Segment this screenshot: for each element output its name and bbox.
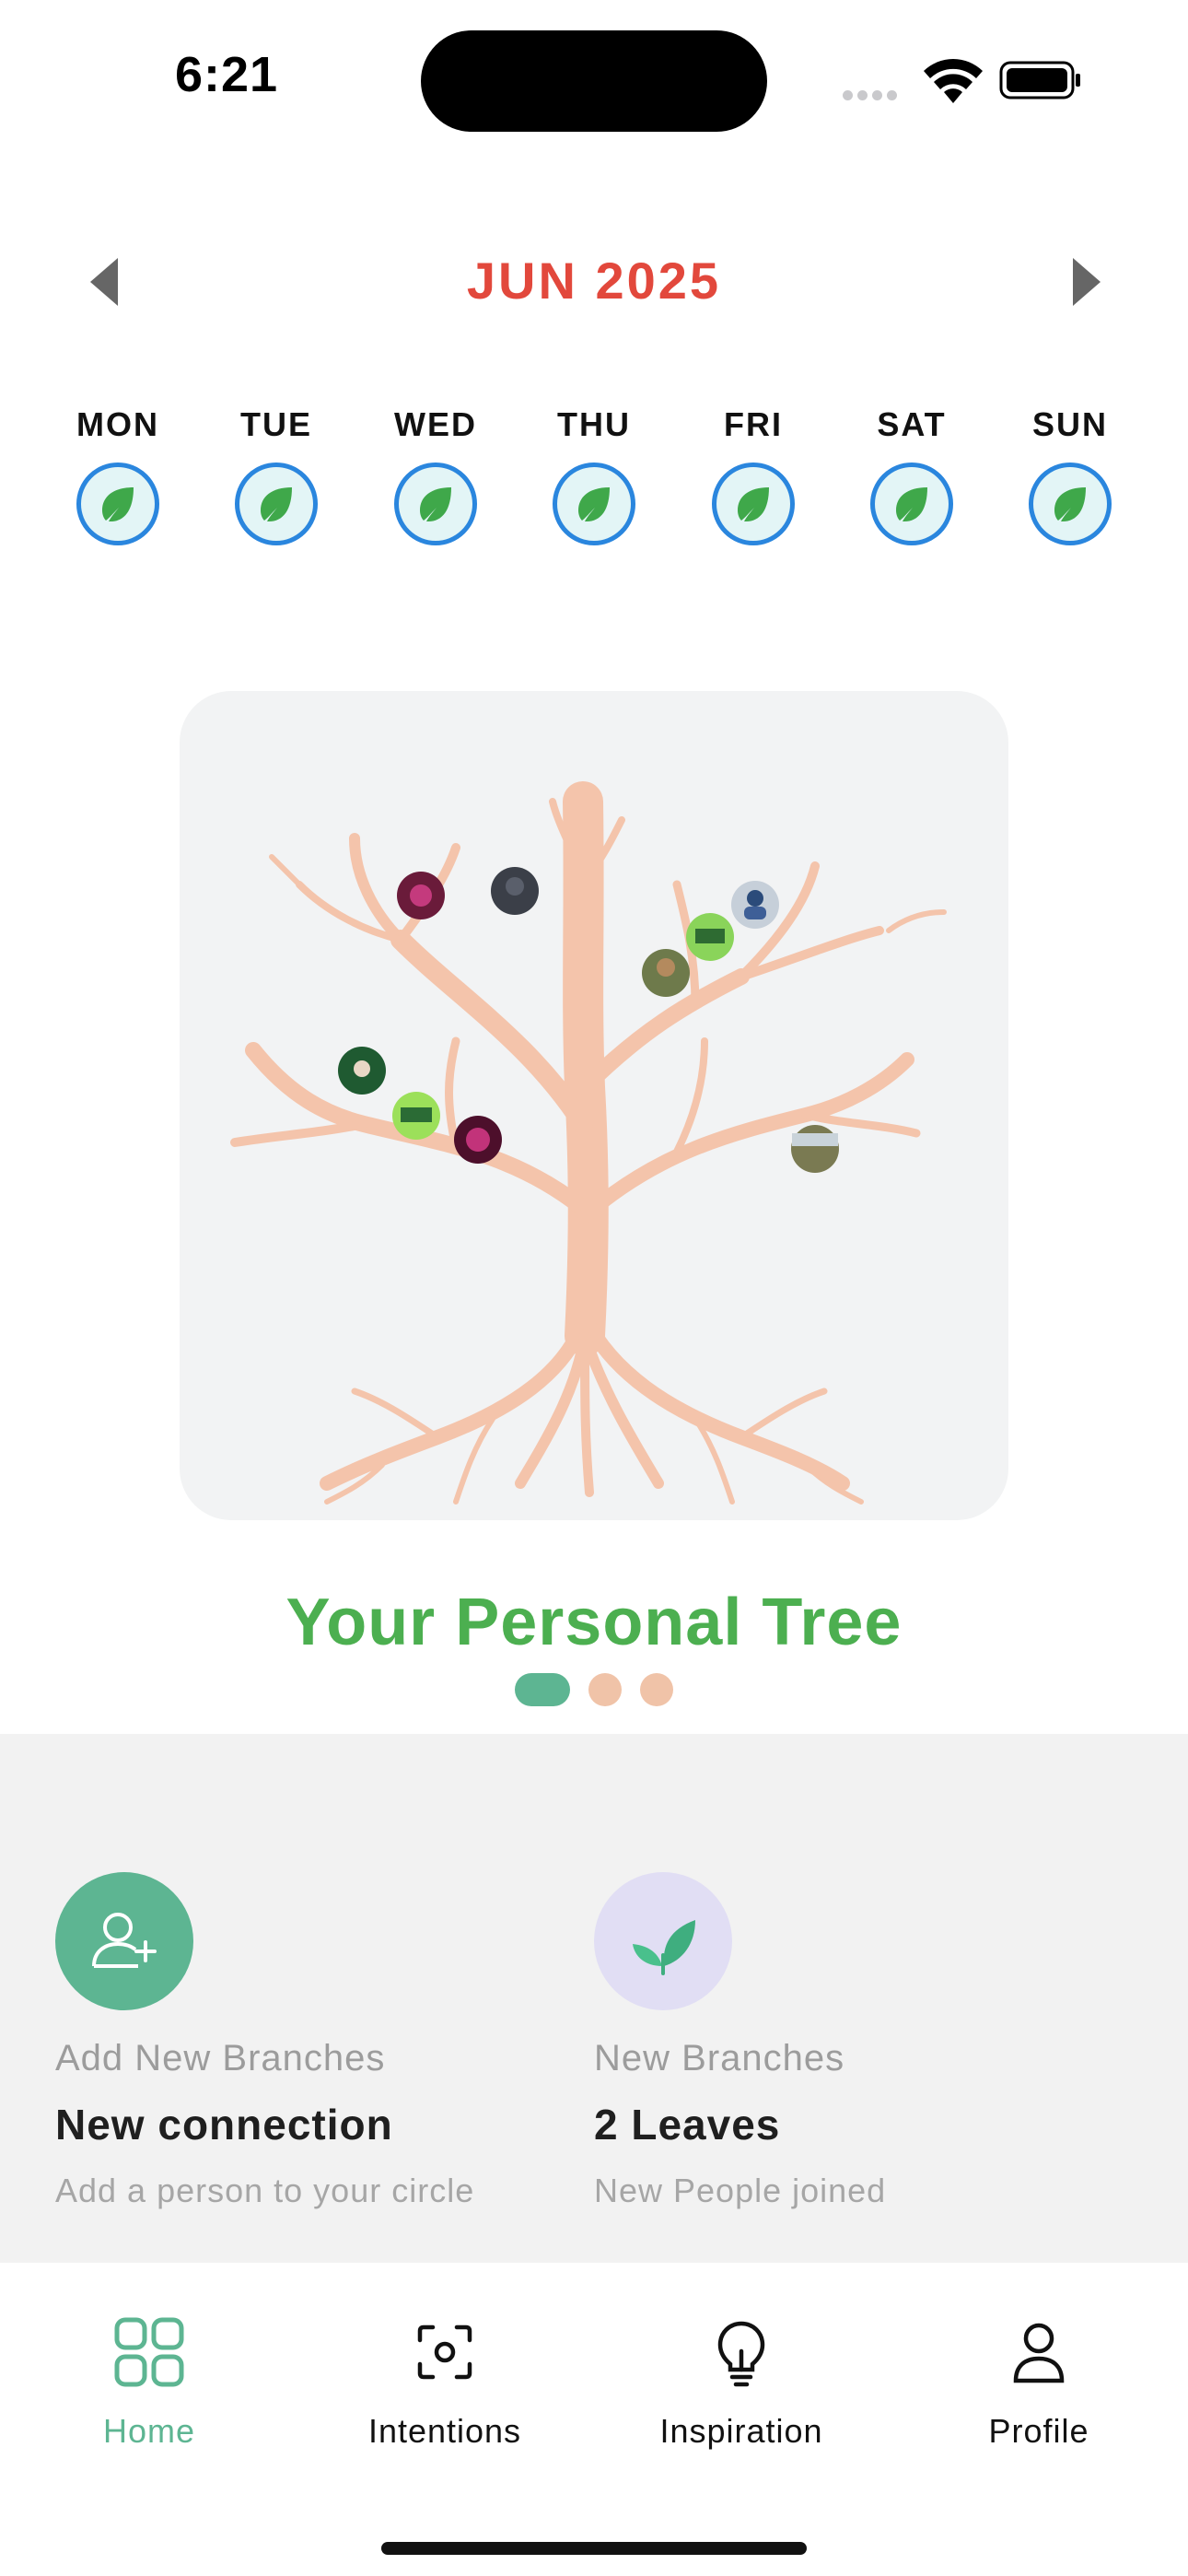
day-leaf-badge xyxy=(870,463,953,545)
status-time: 6:21 xyxy=(175,47,279,102)
next-month-button[interactable] xyxy=(1073,258,1101,306)
day-tue[interactable]: TUE xyxy=(221,405,332,545)
day-wed[interactable]: WED xyxy=(380,405,491,545)
tab-label: Profile xyxy=(988,2412,1089,2450)
tab-label: Intentions xyxy=(367,2412,522,2450)
tree-title: Your Personal Tree xyxy=(285,1586,903,1659)
tab-label: Inspiration xyxy=(659,2412,823,2450)
tab-profile[interactable]: Profile xyxy=(901,2311,1177,2451)
focus-icon xyxy=(417,2324,472,2380)
carousel-dot[interactable] xyxy=(640,1673,673,1706)
day-label: TUE xyxy=(240,405,312,443)
leaf-icon xyxy=(1054,487,1086,522)
leaf-icon xyxy=(102,487,134,522)
carousel-dot-active[interactable] xyxy=(515,1673,570,1706)
day-leaf-badge xyxy=(76,463,159,545)
tab-bar: Home Intentions Inspiration Profile xyxy=(0,2263,1188,2576)
dynamic-island xyxy=(421,30,767,132)
day-sat[interactable]: SAT xyxy=(856,405,967,545)
day-leaf-badge xyxy=(553,463,635,545)
leaf-icon xyxy=(578,487,610,522)
tab-intentions[interactable]: Intentions xyxy=(307,2311,583,2451)
day-label: SAT xyxy=(877,405,947,443)
stat-caption: Add New Branches xyxy=(55,2038,386,2078)
day-mon[interactable]: MON xyxy=(63,405,173,545)
add-person-icon xyxy=(55,1872,193,2010)
lightbulb-icon xyxy=(717,2321,765,2387)
day-leaf-badge xyxy=(394,463,477,545)
tab-home[interactable]: Home xyxy=(11,2311,287,2451)
battery-icon xyxy=(999,61,1080,100)
carousel-indicator[interactable] xyxy=(0,1673,1188,1706)
leaf-icon xyxy=(738,487,769,522)
day-thu[interactable]: THU xyxy=(539,405,649,545)
add-connection-card[interactable]: Add New Branches New connection Add a pe… xyxy=(55,1872,553,2210)
tree-illustration xyxy=(230,781,947,1505)
wifi-icon xyxy=(924,59,983,103)
day-sun[interactable]: SUN xyxy=(1015,405,1125,545)
stat-title: New connection xyxy=(55,2101,393,2149)
leaf-icon xyxy=(261,487,292,522)
stats-section: Add New Branches New connection Add a pe… xyxy=(0,1734,1188,2263)
day-leaf-badge xyxy=(712,463,795,545)
stat-subtitle: Add a person to your circle xyxy=(55,2172,475,2209)
day-label: SUN xyxy=(1031,405,1108,443)
day-leaf-badge xyxy=(1029,463,1112,545)
day-leaf-badge xyxy=(235,463,318,545)
stat-caption: New Branches xyxy=(594,2038,845,2078)
leaf-icon xyxy=(896,487,927,522)
tab-label: Home xyxy=(102,2412,196,2450)
new-branches-card[interactable]: New Branches 2 Leaves New People joined xyxy=(594,1872,1091,2210)
day-label: MON xyxy=(76,405,159,443)
carousel-dot[interactable] xyxy=(588,1673,622,1706)
home-indicator xyxy=(381,2542,807,2555)
day-label: FRI xyxy=(724,405,783,443)
leaf-icon xyxy=(594,1872,732,2010)
stat-subtitle: New People joined xyxy=(594,2172,887,2209)
grid-icon xyxy=(114,2317,184,2387)
day-fri[interactable]: FRI xyxy=(698,405,809,545)
person-icon xyxy=(1013,2323,1065,2383)
personal-tree-card[interactable] xyxy=(180,691,1008,1520)
cellular-signal-icon xyxy=(843,88,902,105)
month-label: JUN 2025 xyxy=(466,252,722,310)
day-label: THU xyxy=(557,405,631,443)
tab-inspiration[interactable]: Inspiration xyxy=(603,2311,879,2451)
day-label: WED xyxy=(394,405,477,443)
stat-title: 2 Leaves xyxy=(594,2101,781,2149)
leaf-icon xyxy=(420,487,451,522)
